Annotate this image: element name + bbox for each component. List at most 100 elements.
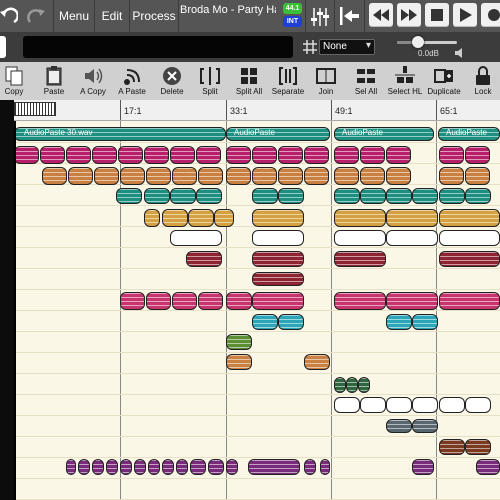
select-all-button[interactable]: Sel All	[350, 62, 382, 100]
playhead[interactable]	[14, 121, 16, 500]
audio-clip[interactable]	[226, 334, 252, 350]
audio-clip[interactable]	[186, 251, 222, 267]
audio-clip[interactable]	[465, 439, 491, 455]
delete-button[interactable]: Delete	[155, 62, 189, 100]
copy-button[interactable]: Copy	[0, 62, 28, 100]
audio-clip[interactable]	[439, 230, 500, 246]
join-button[interactable]: Join	[312, 62, 340, 100]
audio-clip[interactable]	[252, 188, 278, 204]
audio-clip[interactable]	[439, 188, 465, 204]
audio-clip[interactable]	[92, 146, 117, 164]
audio-paste-button[interactable]: A Paste	[114, 62, 150, 100]
audio-clip[interactable]	[386, 146, 411, 164]
menu-button[interactable]: Menu	[54, 0, 94, 32]
audio-clip[interactable]	[360, 397, 386, 413]
audio-clip[interactable]	[439, 209, 500, 227]
audio-clip[interactable]	[118, 146, 143, 164]
audio-clip[interactable]	[146, 292, 171, 310]
audio-clip[interactable]	[66, 146, 91, 164]
audio-clip[interactable]	[208, 459, 224, 475]
audio-clip[interactable]	[386, 188, 412, 204]
audio-clip[interactable]	[162, 459, 174, 475]
duplicate-button[interactable]: Duplicate	[426, 62, 462, 100]
volume-slider-track[interactable]	[397, 36, 457, 48]
audio-clip[interactable]	[94, 167, 119, 185]
audio-clip[interactable]	[42, 167, 67, 185]
audio-clip[interactable]	[334, 251, 386, 267]
audio-clip[interactable]	[334, 292, 386, 310]
audio-clip[interactable]	[226, 146, 251, 164]
audio-clip[interactable]	[176, 459, 188, 475]
audio-clip[interactable]	[196, 188, 222, 204]
audio-clip[interactable]	[334, 188, 360, 204]
audio-clip[interactable]	[360, 188, 386, 204]
audio-clip[interactable]	[248, 459, 300, 475]
audio-clip[interactable]	[226, 292, 252, 310]
audio-clip[interactable]	[386, 292, 438, 310]
audio-clip[interactable]	[120, 292, 145, 310]
process-button[interactable]: Process	[130, 0, 178, 32]
audio-clip[interactable]	[172, 292, 197, 310]
audio-clip[interactable]	[346, 377, 358, 393]
audio-clip[interactable]	[386, 419, 412, 433]
audio-clip[interactable]	[386, 314, 412, 330]
split-button[interactable]: Split	[196, 62, 224, 100]
rewind-button[interactable]	[369, 3, 393, 27]
audio-clip[interactable]	[412, 397, 438, 413]
audio-clip[interactable]	[116, 188, 142, 204]
arrangement-area[interactable]: AudioPaste 30.wav AudioPaste AudioPaste Aud…	[14, 121, 500, 500]
audio-clip[interactable]	[252, 314, 278, 330]
audio-clip[interactable]	[252, 272, 304, 286]
audio-clip[interactable]	[386, 397, 412, 413]
audio-clip[interactable]	[120, 167, 145, 185]
audio-clip[interactable]	[144, 209, 160, 227]
undo-button[interactable]	[0, 0, 19, 32]
lock-button[interactable]: Lock	[468, 62, 498, 100]
audio-clip[interactable]	[68, 167, 93, 185]
audio-clip[interactable]	[170, 230, 222, 246]
record-button[interactable]	[481, 3, 500, 27]
audio-clip[interactable]	[465, 167, 490, 185]
audio-clip[interactable]	[252, 209, 304, 227]
audio-clip[interactable]	[66, 459, 76, 475]
audio-clip[interactable]	[214, 209, 234, 227]
audio-clip[interactable]	[360, 146, 385, 164]
audio-clip[interactable]	[412, 419, 438, 433]
audio-copy-button[interactable]: A Copy	[76, 62, 110, 100]
audio-clip[interactable]	[226, 167, 251, 185]
edit-button[interactable]: Edit	[95, 0, 129, 32]
audio-clip[interactable]	[304, 146, 329, 164]
audio-clip[interactable]	[439, 439, 465, 455]
audio-clip[interactable]	[439, 251, 500, 267]
audio-clip[interactable]	[226, 459, 238, 475]
audio-clip[interactable]	[386, 230, 438, 246]
audio-clip[interactable]	[476, 459, 500, 475]
audio-clip[interactable]	[190, 459, 206, 475]
stop-button[interactable]	[425, 3, 449, 27]
audio-clip[interactable]	[439, 397, 465, 413]
audio-clip[interactable]	[172, 167, 197, 185]
audio-clip[interactable]	[252, 146, 277, 164]
audio-clip[interactable]	[252, 230, 304, 246]
audio-clip[interactable]	[252, 167, 277, 185]
audio-clip[interactable]	[320, 459, 330, 475]
snap-select[interactable]: None ▾	[319, 39, 375, 55]
timeline-ruler[interactable]: 17:1 33:1 49:1 65:1	[14, 100, 500, 121]
loop-region[interactable]	[14, 102, 56, 116]
audio-clip[interactable]	[120, 459, 132, 475]
audio-clip[interactable]	[198, 167, 223, 185]
audio-clip[interactable]	[412, 314, 438, 330]
audio-clip[interactable]	[386, 167, 411, 185]
audio-clip[interactable]	[334, 167, 359, 185]
audio-clip[interactable]	[358, 377, 370, 393]
split-all-button[interactable]: Split All	[232, 62, 266, 100]
audio-clip[interactable]	[334, 230, 386, 246]
audio-clip[interactable]	[278, 167, 303, 185]
play-button[interactable]	[453, 3, 477, 27]
audio-clip[interactable]	[334, 146, 359, 164]
audio-clip[interactable]	[226, 354, 252, 370]
audio-clip[interactable]	[334, 377, 346, 393]
audio-clip[interactable]	[162, 209, 188, 227]
paste-button[interactable]: Paste	[38, 62, 70, 100]
song-title[interactable]: Broda Mo - Party Haa	[180, 2, 276, 18]
